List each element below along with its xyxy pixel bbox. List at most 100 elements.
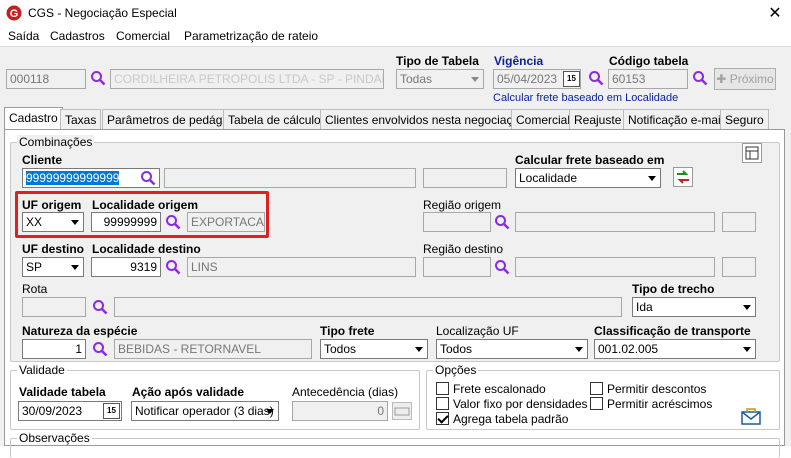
calcular-frete-select[interactable]: Localidade — [515, 168, 661, 188]
permitir-descontos-checkbox[interactable]: Permitir descontos — [590, 382, 706, 396]
proximo-button[interactable]: ✚ Próximo — [714, 68, 776, 90]
frete-escalonado-label: Frete escalonado — [453, 382, 546, 396]
search-icon[interactable] — [165, 259, 181, 275]
natureza-code-field[interactable]: 1 — [22, 339, 86, 359]
search-icon[interactable] — [140, 170, 156, 186]
localidade-origem-label: Localidade origem — [92, 198, 199, 212]
tipo-tabela-label: Tipo de Tabela — [396, 54, 479, 68]
chevron-down-icon — [410, 340, 427, 358]
localidade-origem-name-field[interactable]: EXPORTACAO — [187, 212, 265, 232]
valor-fixo-checkbox[interactable]: Valor fixo por densidades — [436, 397, 588, 411]
chevron-down-icon — [738, 298, 755, 316]
search-icon[interactable] — [92, 299, 108, 315]
tab-notificacao-email[interactable]: Notificação e-mail — [623, 109, 729, 130]
permitir-descontos-label: Permitir descontos — [607, 382, 707, 396]
menu-parametrizacao-rateio[interactable]: Parametrização de rateio — [184, 29, 318, 43]
tipo-frete-select[interactable]: Todos — [320, 339, 428, 359]
menu-saida[interactable]: Saída — [8, 29, 39, 43]
search-icon[interactable] — [588, 70, 604, 86]
company-name-field[interactable]: CORDILHEIRA PETROPOLIS LTDA - SP - PINDA… — [110, 69, 384, 89]
regiao-destino-label: Região destino — [423, 242, 504, 256]
regiao-destino-code-field[interactable] — [423, 257, 491, 277]
uf-destino-value: SP — [26, 260, 43, 274]
plus-icon: ✚ — [716, 72, 730, 86]
permitir-acrescimos-checkbox[interactable]: Permitir acréscimos — [590, 397, 712, 411]
search-icon[interactable] — [90, 70, 106, 86]
calcular-frete-link[interactable]: Calcular frete baseado em Localidade — [493, 92, 678, 104]
layout-icon[interactable] — [742, 143, 762, 163]
agrega-tabela-label: Agrega tabela padrão — [453, 412, 569, 426]
chevron-down-icon — [570, 340, 587, 358]
keyboard-icon[interactable] — [392, 402, 412, 420]
envelope-icon[interactable] — [740, 406, 762, 426]
tipo-tabela-value: Todas — [400, 72, 433, 86]
localidade-origem-code-field[interactable]: 99999999 — [91, 212, 161, 232]
search-icon[interactable] — [494, 259, 510, 275]
menu-comercial[interactable]: Comercial — [116, 29, 170, 43]
uf-origem-value: XX — [26, 215, 43, 229]
rota-name-field[interactable] — [114, 297, 622, 317]
localizacao-uf-select[interactable]: Todos — [436, 339, 588, 359]
regiao-destino-extra-field[interactable] — [722, 257, 756, 277]
permitir-acrescimos-label: Permitir acréscimos — [607, 397, 713, 411]
tab-comercial[interactable]: Comercial — [511, 109, 576, 130]
close-icon[interactable]: ✕ — [766, 3, 784, 23]
agrega-tabela-checkbox[interactable]: Agrega tabela padrão — [436, 412, 568, 426]
regiao-origem-name-field[interactable] — [515, 212, 715, 232]
swap-icon[interactable] — [673, 167, 693, 187]
cliente-nome-field[interactable] — [164, 168, 416, 188]
company-code-field[interactable]: 000118 — [6, 69, 86, 89]
frete-escalonado-checkbox[interactable]: Frete escalonado — [436, 382, 546, 396]
combinacoes-title: Combinações — [17, 135, 95, 149]
uf-destino-select[interactable]: SP — [22, 257, 84, 277]
acao-validade-select[interactable]: Notificar operador (3 dias) — [131, 401, 279, 421]
classificacao-select[interactable]: 001.02.005 — [594, 339, 756, 359]
codigo-tabela-field[interactable]: 60153 — [608, 69, 688, 89]
validade-title: Validade — [17, 363, 67, 377]
tab-tabela-calculo[interactable]: Tabela de cálculo — [223, 109, 326, 130]
classificacao-label: Classificação de transporte — [594, 324, 751, 338]
tab-taxas[interactable]: Taxas — [60, 109, 102, 130]
menu-bar: Saída Cadastros Comercial Parametrização… — [0, 26, 791, 68]
tipo-trecho-label: Tipo de trecho — [632, 282, 715, 296]
search-icon[interactable] — [692, 70, 708, 86]
tab-seguro[interactable]: Seguro — [720, 109, 769, 130]
checkbox-box — [590, 397, 603, 410]
search-icon[interactable] — [494, 214, 510, 230]
localidade-destino-code-field[interactable]: 9319 — [91, 257, 161, 277]
uf-destino-label: UF destino — [22, 242, 84, 256]
regiao-origem-label: Região origem — [423, 198, 502, 212]
regiao-origem-code-field[interactable] — [423, 212, 491, 232]
antecedencia-field[interactable]: 0 — [292, 401, 388, 421]
tab-clientes-envolvidos[interactable]: Clientes envolvidos nesta negociação — [320, 109, 531, 130]
observacoes-title: Observações — [17, 431, 92, 445]
chevron-down-icon — [738, 340, 755, 358]
tipo-trecho-select[interactable]: Ida — [632, 297, 756, 317]
tipo-tabela-select[interactable]: Todas — [396, 69, 484, 89]
chevron-down-icon — [261, 402, 278, 420]
checkbox-box-checked — [436, 412, 449, 425]
uf-origem-label: UF origem — [22, 198, 82, 212]
localidade-destino-name-field[interactable]: LINS — [187, 257, 416, 277]
codigo-tabela-label: Código tabela — [609, 54, 689, 68]
calendar-icon[interactable]: 15 — [103, 403, 120, 419]
calendar-icon[interactable]: 15 — [563, 71, 580, 87]
tab-parametros-pedagio[interactable]: Parâmetros de pedágio — [102, 109, 237, 130]
menu-cadastros[interactable]: Cadastros — [50, 29, 105, 43]
search-icon[interactable] — [92, 341, 108, 357]
tipo-trecho-value: Ida — [636, 300, 653, 314]
cliente-extra-field[interactable] — [423, 168, 507, 188]
tab-cadastro[interactable]: Cadastro — [4, 107, 63, 130]
tab-reajuste[interactable]: Reajuste — [569, 109, 627, 130]
regiao-destino-name-field[interactable] — [515, 257, 715, 277]
regiao-origem-extra-field[interactable] — [722, 212, 756, 232]
calcular-frete-value: Localidade — [519, 171, 578, 185]
checkbox-box — [590, 382, 603, 395]
uf-origem-select[interactable]: XX — [22, 212, 84, 232]
rota-code-field[interactable] — [22, 297, 86, 317]
natureza-name-field[interactable]: BEBIDAS - RETORNAVEL — [114, 339, 312, 359]
calcular-frete-label: Calcular frete baseado em — [515, 153, 665, 167]
chevron-down-icon — [66, 258, 83, 276]
search-icon[interactable] — [165, 214, 181, 230]
chevron-down-icon — [643, 169, 660, 187]
